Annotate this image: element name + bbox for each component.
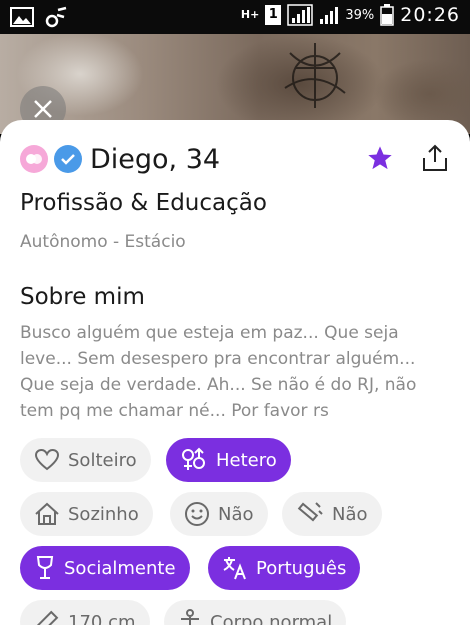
network-type: H+ [240, 8, 260, 21]
chip-label: Sozinho [68, 503, 139, 525]
chip-label: Corpo normal [210, 611, 333, 625]
chip-living: Sozinho [20, 492, 153, 536]
status-bar: H+ 1 39% 20:26 [0, 0, 470, 34]
chip-kids: Não [170, 492, 268, 536]
house-icon [35, 502, 59, 525]
smoking-icon [297, 502, 323, 522]
chip-relationship: Solteiro [20, 438, 151, 482]
gender-icon [182, 447, 205, 470]
status-right: H+ 1 39% 20:26 [241, 4, 460, 26]
chip-label: Português [256, 557, 347, 579]
ruler-icon [35, 610, 59, 625]
chip-label: Solteiro [68, 449, 137, 471]
signal-icon [287, 4, 314, 26]
signal-icon-2 [320, 7, 339, 24]
chip-label: Não [332, 503, 368, 525]
share-icon[interactable] [420, 142, 450, 174]
star-icon[interactable] [366, 144, 394, 172]
heart-icon [34, 448, 60, 471]
profile-name-age: Diego, 34 [90, 143, 221, 175]
wine-glass-icon [36, 556, 54, 579]
premium-badge-icon [20, 145, 48, 173]
chip-body: Corpo normal [164, 600, 347, 625]
chip-label: 170 cm [68, 611, 136, 625]
chip-height: 170 cm [20, 600, 150, 625]
body-icon [181, 609, 199, 625]
photo-detail [284, 43, 346, 108]
profile-card: Diego, 34 Profissão & Educação Autônomo … [0, 120, 470, 625]
status-left [10, 6, 68, 28]
battery-icon [380, 4, 394, 26]
smiley-icon [185, 502, 209, 526]
about-title: Sobre mim [20, 284, 145, 310]
close-icon [34, 100, 52, 118]
gallery-icon [10, 7, 34, 27]
work-title: Profissão & Educação [20, 190, 267, 216]
translate-icon [223, 557, 246, 580]
chip-label: Socialmente [64, 557, 176, 579]
name-row: Diego, 34 [20, 142, 450, 176]
chip-smoking: Não [282, 492, 382, 536]
sim-indicator: 1 [265, 5, 282, 25]
clock: 20:26 [400, 4, 460, 26]
chip-label: Não [218, 503, 254, 525]
chip-drinking: Socialmente [20, 546, 190, 590]
chip-orientation: Hetero [166, 438, 291, 482]
chip-label: Hetero [216, 449, 277, 471]
work-value: Autônomo - Estácio [20, 232, 186, 252]
chip-language: Português [208, 546, 361, 590]
sync-icon [45, 6, 67, 28]
about-text: Busco alguém que esteja em paz... Que se… [20, 323, 417, 421]
verified-icon [54, 145, 82, 173]
profile-photo[interactable] [0, 34, 470, 134]
battery-percent: 39% [345, 7, 375, 23]
